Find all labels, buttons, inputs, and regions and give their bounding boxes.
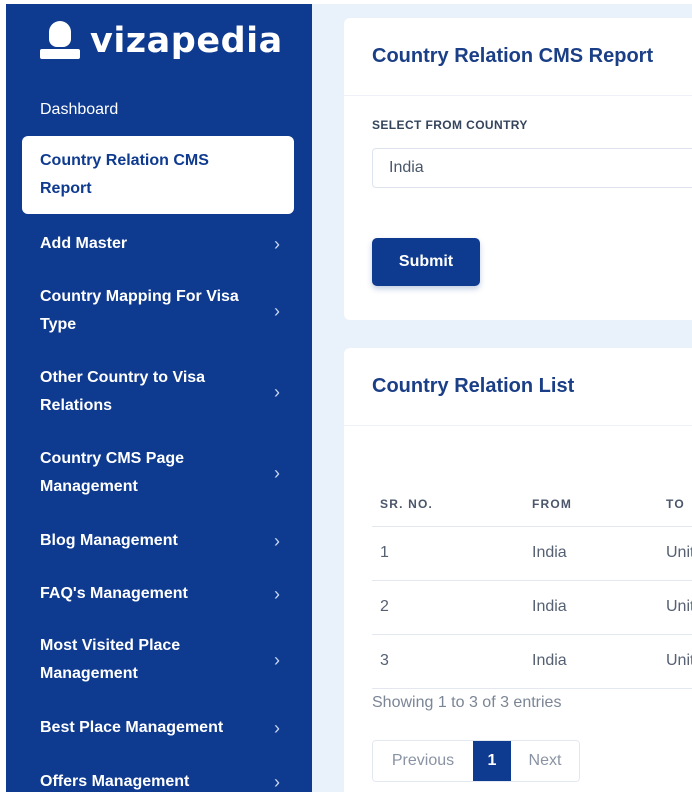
chevron-right-icon: › <box>274 531 280 551</box>
from-country-select[interactable]: India <box>372 148 692 188</box>
report-card-header: Country Relation CMS Report <box>344 18 692 96</box>
chevron-right-icon: › <box>274 234 280 254</box>
table-cell-sr-no: 3 <box>372 634 524 689</box>
sidebar-item-label: Country Relation CMS Report <box>40 152 209 197</box>
table-cell-from: India <box>524 634 658 689</box>
column-header-to[interactable]: TO <box>658 482 692 527</box>
brand-logo[interactable]: vizapedia <box>40 18 283 64</box>
sidebar-item-best-place[interactable]: Best Place Management › <box>22 713 294 743</box>
relation-list-header: Country Relation List <box>344 348 692 426</box>
chevron-right-icon: › <box>274 382 280 402</box>
table-row: 3 India Unit <box>372 634 692 689</box>
chevron-right-icon: › <box>274 463 280 483</box>
pagination-page-1[interactable]: 1 <box>473 741 511 781</box>
column-header-from[interactable]: FROM <box>524 482 658 527</box>
from-country-label: SELECT FROM COUNTRY <box>372 118 528 132</box>
table-cell-sr-no: 1 <box>372 526 524 581</box>
sidebar-item-faq-management[interactable]: FAQ's Management › <box>22 579 294 609</box>
relation-table: SR. NO. FROM TO 1 India Unit 2 India Uni… <box>372 482 692 689</box>
relation-list-title: Country Relation List <box>372 375 575 397</box>
chevron-right-icon: › <box>274 772 280 792</box>
sidebar-item-other-country-visa[interactable]: Other Country to Visa Relations › <box>22 363 294 421</box>
submit-button[interactable]: Submit <box>372 238 480 286</box>
sidebar: vizapedia Dashboard Country Relation CMS… <box>6 4 312 792</box>
sidebar-item-country-mapping[interactable]: Country Mapping For Visa Type › <box>22 282 294 340</box>
chevron-right-icon: › <box>274 718 280 738</box>
chevron-right-icon: › <box>274 650 280 670</box>
table-cell-to: Unit <box>658 526 692 581</box>
table-header-row: SR. NO. FROM TO <box>372 482 692 527</box>
sidebar-item-label: FAQ's Management <box>40 585 188 602</box>
pagination: Previous 1 Next <box>372 740 580 782</box>
sidebar-item-country-cms-page[interactable]: Country CMS Page Management › <box>22 444 294 502</box>
chevron-right-icon: › <box>274 301 280 321</box>
sidebar-item-label: Most Visited Place Management <box>40 637 181 682</box>
sidebar-item-label: Offers Management <box>40 773 190 790</box>
sidebar-item-label: Blog Management <box>40 532 178 549</box>
table-cell-sr-no: 2 <box>372 580 524 635</box>
brand-name: vizapedia <box>90 21 283 61</box>
sidebar-item-add-master[interactable]: Add Master › <box>22 229 294 259</box>
column-header-sr-no[interactable]: SR. NO. <box>372 482 524 527</box>
relation-list-card: Country Relation List SR. NO. FROM TO 1 … <box>344 348 692 792</box>
table-cell-to: Unit <box>658 580 692 635</box>
page-title: Country Relation CMS Report <box>372 45 654 67</box>
table-cell-from: India <box>524 580 658 635</box>
sidebar-item-country-relation-cms-report[interactable]: Country Relation CMS Report <box>22 136 294 214</box>
pagination-previous-button[interactable]: Previous <box>373 741 473 781</box>
sidebar-item-dashboard[interactable]: Dashboard <box>22 96 294 124</box>
table-cell-to: Unit <box>658 634 692 689</box>
pagination-next-button[interactable]: Next <box>511 741 579 781</box>
user-icon <box>40 19 80 63</box>
table-row: 2 India Unit <box>372 580 692 635</box>
sidebar-item-label: Dashboard <box>40 101 119 118</box>
report-card: Country Relation CMS Report SELECT FROM … <box>344 18 692 320</box>
from-country-value: India <box>389 159 424 176</box>
table-entries-info: Showing 1 to 3 of 3 entries <box>372 694 562 711</box>
table-row: 1 India Unit <box>372 526 692 581</box>
sidebar-item-offers-management[interactable]: Offers Management › <box>22 767 294 792</box>
main-content: Country Relation CMS Report SELECT FROM … <box>312 4 692 792</box>
sidebar-item-blog-management[interactable]: Blog Management › <box>22 526 294 556</box>
chevron-right-icon: › <box>274 584 280 604</box>
sidebar-item-label: Country Mapping For Visa Type <box>40 288 239 333</box>
sidebar-item-label: Other Country to Visa Relations <box>40 369 206 414</box>
sidebar-item-label: Add Master <box>40 235 128 252</box>
sidebar-item-most-visited-place[interactable]: Most Visited Place Management › <box>22 631 294 689</box>
sidebar-item-label: Country CMS Page Management <box>40 450 185 495</box>
sidebar-item-label: Best Place Management <box>40 719 224 736</box>
table-cell-from: India <box>524 526 658 581</box>
